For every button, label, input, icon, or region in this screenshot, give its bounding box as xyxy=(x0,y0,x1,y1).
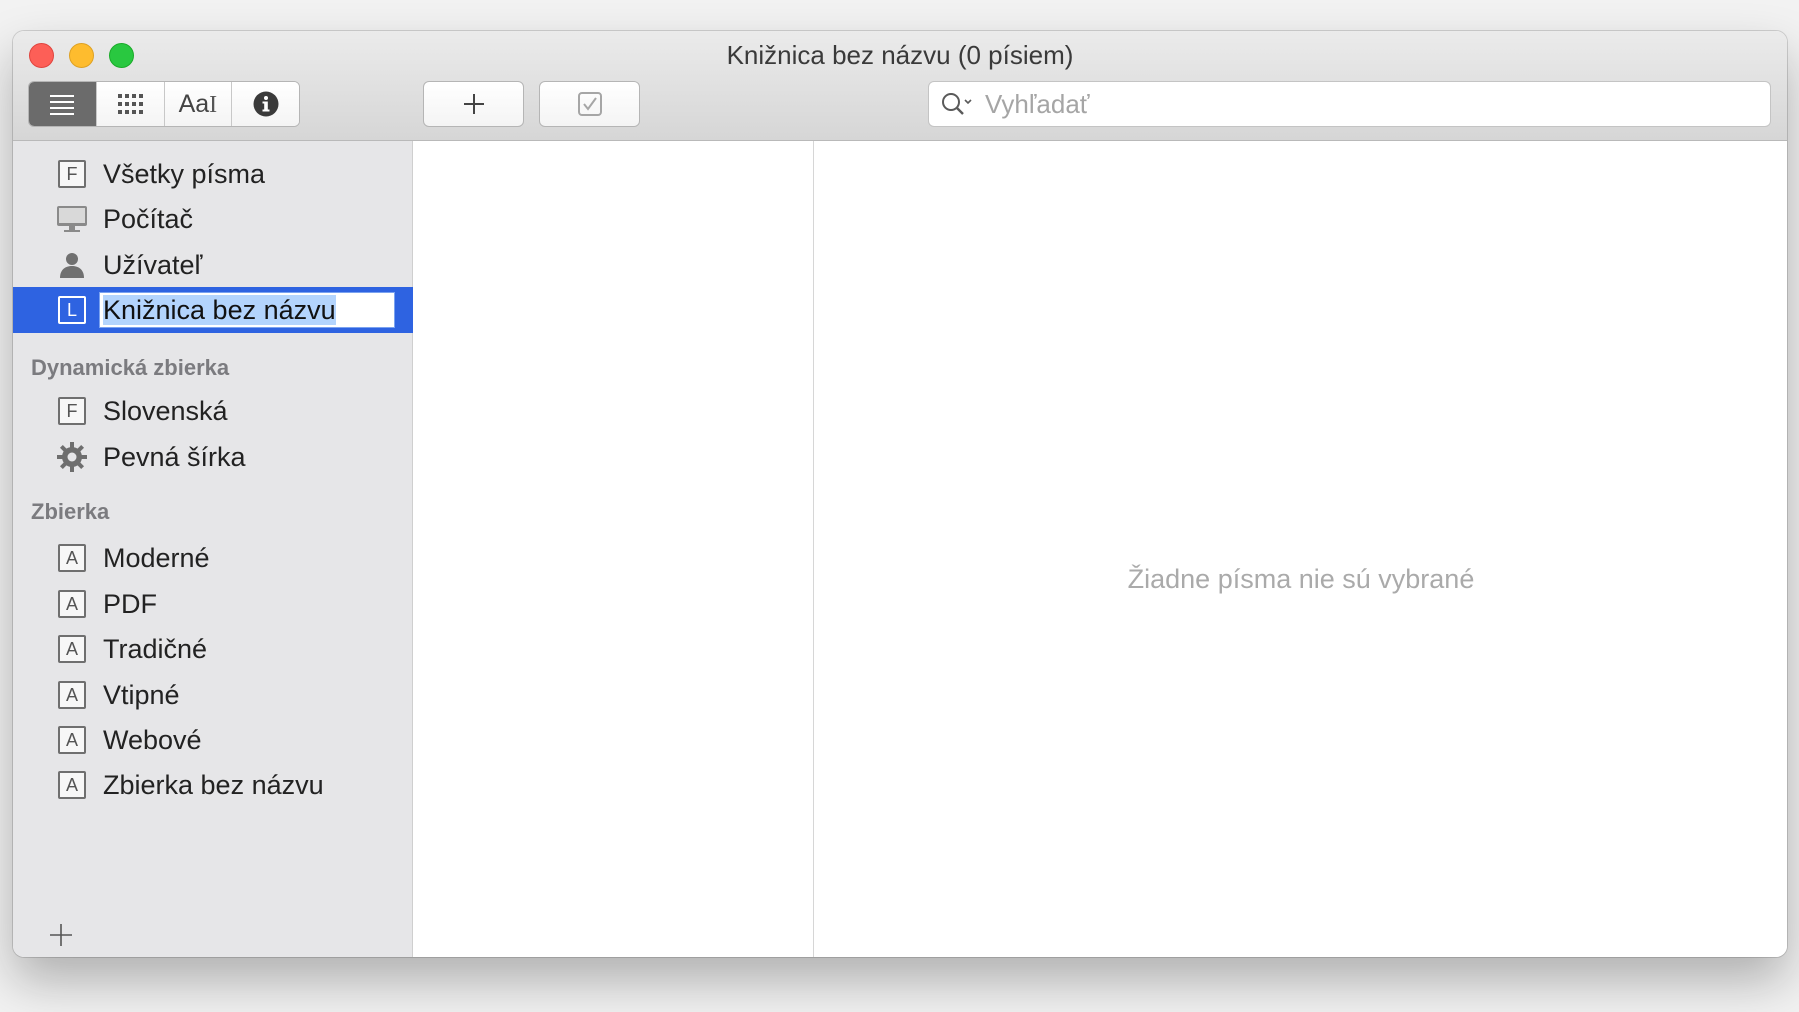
grid-view-button[interactable] xyxy=(96,82,165,126)
sidebar-item-label: Všetky písma xyxy=(103,158,266,189)
sidebar-item-all-fonts[interactable]: F Všetky písma xyxy=(13,151,413,197)
info-view-button[interactable] xyxy=(232,82,299,126)
checkbox-icon xyxy=(577,92,602,116)
sample-view-button[interactable]: AaI xyxy=(164,82,233,126)
list-view-button[interactable] xyxy=(29,82,97,126)
sidebar-item-untitled-library[interactable]: L Knižnica bez názvu xyxy=(13,287,413,333)
plus-icon xyxy=(50,924,72,946)
plus-icon xyxy=(463,94,484,114)
search-field[interactable] xyxy=(928,81,1771,127)
collection-box-icon: A xyxy=(54,540,86,572)
library-box-icon: L xyxy=(54,292,86,324)
rename-library-field[interactable]: Knižnica bez názvu xyxy=(99,292,395,328)
collection-box-icon: A xyxy=(54,586,86,618)
validate-fonts-button[interactable] xyxy=(539,81,640,127)
list-icon xyxy=(50,95,75,115)
add-collection-button[interactable] xyxy=(43,917,79,953)
sidebar-item-label: Slovenská xyxy=(103,395,228,426)
sidebar-item-label: Zbierka bez názvu xyxy=(103,769,324,800)
gear-icon xyxy=(57,442,87,472)
sidebar-item-label: Pevná šírka xyxy=(103,441,246,472)
computer-icon xyxy=(57,206,87,232)
sidebar-item-moderne[interactable]: A Moderné xyxy=(13,535,413,581)
font-box-icon: F xyxy=(54,156,86,188)
search-input[interactable] xyxy=(985,82,1770,126)
smart-collection-header: Dynamická zbierka xyxy=(31,355,230,380)
sidebar-item-vtipne[interactable]: A Vtipné xyxy=(13,672,413,718)
sidebar-item-webove[interactable]: A Webové xyxy=(13,717,413,763)
preview-pane: Žiadne písma nie sú vybrané xyxy=(815,141,1787,957)
info-icon xyxy=(253,91,279,117)
font-box-icon: F xyxy=(54,393,86,425)
sidebar-item-slovenska[interactable]: F Slovenská xyxy=(13,388,413,434)
sidebar-item-pdf[interactable]: A PDF xyxy=(13,581,413,627)
sidebar-item-tradicne[interactable]: A Tradičné xyxy=(13,626,413,672)
font-list[interactable] xyxy=(414,141,814,957)
title-bar: Knižnica bez názvu (0 písiem) AaI Vyhľad… xyxy=(13,31,1787,141)
sidebar-item-fixed-width[interactable]: Pevná šírka xyxy=(13,434,413,480)
sidebar-item-label: Vtipné xyxy=(103,679,180,710)
collection-box-icon: A xyxy=(54,722,86,754)
sidebar-item-label: Užívateľ xyxy=(103,249,203,280)
sidebar-item-label: PDF xyxy=(103,588,157,619)
window-title: Knižnica bez názvu (0 písiem) xyxy=(726,40,1074,70)
sidebar-item-untitled-collection[interactable]: A Zbierka bez názvu xyxy=(13,762,413,808)
collection-box-icon: A xyxy=(54,767,86,799)
font-sample-icon: AaI xyxy=(178,89,218,118)
view-mode-segmented-control: AaI xyxy=(28,81,300,127)
sidebar-item-label: Tradičné xyxy=(103,633,208,664)
sidebar-list[interactable]: F Všetky písma Počítač Užívateľ L Knižni… xyxy=(13,141,413,907)
sidebar-item-label: Moderné xyxy=(103,542,210,573)
selected-text: Knižnica bez názvu xyxy=(103,295,336,325)
sidebar-item-user[interactable]: Užívateľ xyxy=(13,242,413,288)
grid-icon xyxy=(118,94,144,114)
sidebar-item-computer[interactable]: Počítač xyxy=(13,196,413,242)
sidebar-item-label: Počítač xyxy=(103,203,194,234)
search-icon xyxy=(942,93,972,115)
user-icon xyxy=(60,253,84,278)
collection-box-icon: A xyxy=(54,631,86,663)
add-fonts-button[interactable] xyxy=(423,81,524,127)
sidebar: F Všetky písma Počítač Užívateľ L Knižni… xyxy=(13,141,413,957)
font-book-window: Knižnica bez názvu (0 písiem) AaI Vyhľad… xyxy=(13,31,1787,957)
collection-header: Zbierka xyxy=(31,499,110,524)
empty-selection-message: Žiadne písma nie sú vybrané xyxy=(1127,564,1475,594)
sidebar-item-label: Webové xyxy=(103,724,202,755)
collection-box-icon: A xyxy=(54,677,86,709)
